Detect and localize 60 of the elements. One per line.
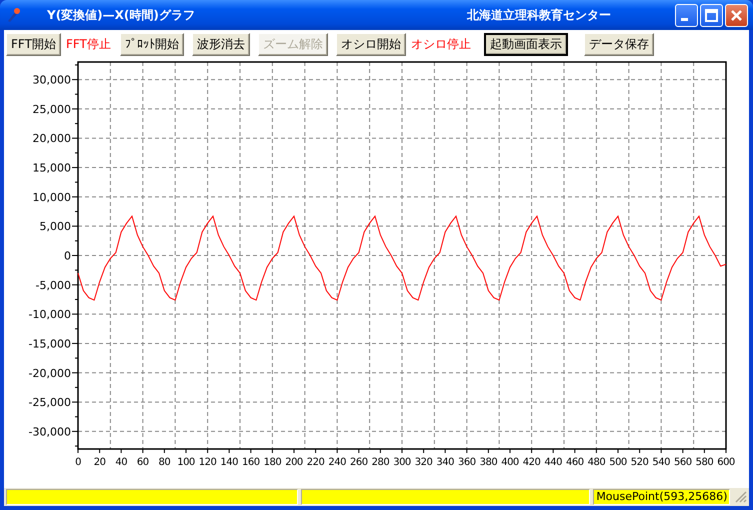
y-tick-label: -10,000 [28, 308, 71, 322]
x-tick-label: 400 [501, 457, 519, 468]
toolbar-button[interactable]: 波形消去 [192, 32, 250, 56]
y-tick-label: -15,000 [28, 337, 71, 350]
toolbar-button[interactable]: FFT開始 [6, 32, 61, 56]
mouse-point-text: MousePoint(593,25686) [593, 489, 730, 505]
x-tick-label: 40 [115, 457, 128, 468]
y-tick-label: 20,000 [32, 132, 71, 146]
y-tick-label: 5,000 [40, 220, 71, 234]
x-tick-label: 100 [177, 457, 195, 468]
x-tick-label: 340 [436, 457, 454, 468]
y-tick-label: -5,000 [36, 278, 71, 292]
x-tick-label: 180 [264, 457, 282, 468]
resize-grip-icon[interactable] [733, 489, 747, 503]
x-tick-label: 360 [458, 457, 476, 468]
x-tick-label: 240 [328, 457, 346, 468]
x-tick-label: 440 [544, 457, 562, 468]
x-tick-label: 600 [717, 457, 735, 468]
x-tick-label: 580 [696, 457, 714, 468]
y-tick-label: 15,000 [32, 162, 71, 175]
status-label: FFT停止 [64, 36, 112, 52]
toolbar-button[interactable]: 起動画面表示 [484, 32, 568, 56]
x-tick-label: 120 [198, 457, 216, 468]
status-label: オシロ停止 [410, 36, 472, 52]
toolbar-button[interactable]: ﾌﾟﾛｯﾄ開始 [120, 32, 184, 56]
y-tick-label: 0 [64, 250, 71, 262]
y-tick-label: 25,000 [32, 102, 71, 116]
x-tick-label: 160 [242, 457, 260, 468]
y-tick-label: 10,000 [32, 190, 71, 204]
close-icon[interactable] [725, 4, 748, 26]
y-tick-label: -20,000 [28, 366, 71, 380]
x-tick-label: 260 [350, 457, 368, 468]
toolbar-button[interactable]: データ保存 [584, 32, 654, 56]
x-tick-label: 460 [566, 457, 584, 468]
x-tick-label: 540 [652, 457, 670, 468]
x-tick-label: 200 [285, 457, 303, 468]
x-tick-label: 220 [306, 457, 324, 468]
x-tick-label: 300 [393, 457, 411, 468]
toolbar-button[interactable]: オシロ開始 [336, 32, 406, 56]
x-tick-label: 0 [75, 457, 81, 468]
organization-name: 北海道立理科教育センター [467, 6, 611, 24]
window-title: Y(変換値)—X(時間)グラフ [47, 6, 195, 24]
x-tick-label: 60 [136, 457, 149, 468]
y-tick-label: 30,000 [32, 74, 71, 87]
y-tick-label: -25,000 [28, 396, 71, 410]
y-tick-label: -30,000 [28, 425, 71, 438]
x-tick-label: 20 [94, 457, 106, 468]
x-tick-label: 560 [674, 457, 692, 468]
x-tick-label: 280 [372, 457, 390, 468]
minimize-icon[interactable] [675, 4, 698, 26]
x-tick-label: 380 [480, 457, 498, 468]
x-tick-label: 140 [220, 457, 238, 468]
x-tick-label: 500 [609, 457, 627, 468]
app-icon [5, 7, 21, 23]
x-tick-label: 320 [414, 457, 432, 468]
x-tick-label: 80 [158, 457, 170, 468]
maximize-icon[interactable] [700, 4, 723, 26]
x-tick-label: 520 [630, 457, 648, 468]
x-tick-label: 420 [522, 457, 540, 468]
x-tick-label: 480 [588, 457, 606, 468]
